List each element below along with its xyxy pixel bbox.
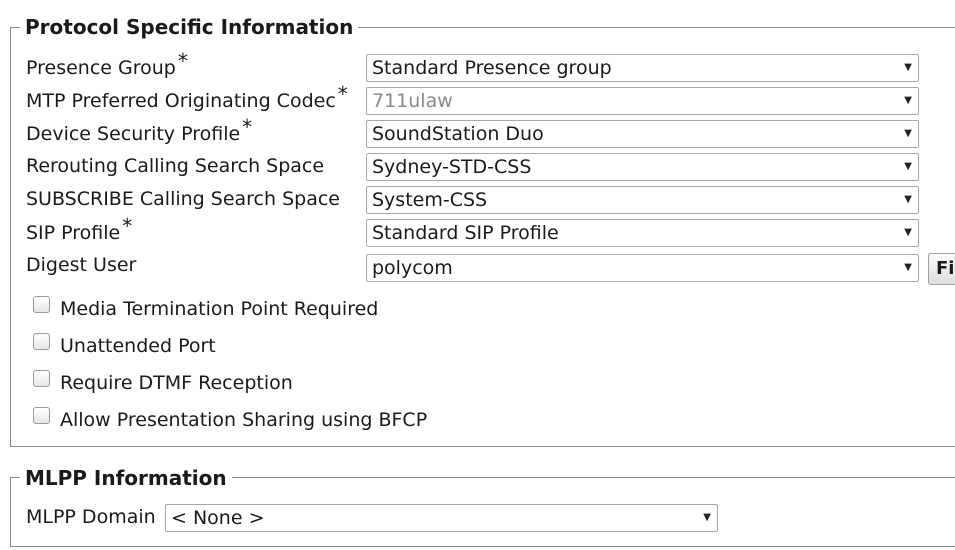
rerouting-css-select[interactable]: Sydney-STD-CSS ▼	[366, 153, 919, 181]
protocol-section-title: Protocol Specific Information	[20, 15, 359, 39]
required-marker: *	[122, 214, 133, 238]
chevron-down-icon: ▼	[904, 128, 912, 139]
required-marker: *	[242, 115, 253, 139]
mtp-required-label: Media Termination Point Required	[60, 298, 379, 320]
chevron-down-icon: ▼	[904, 161, 912, 172]
chevron-down-icon: ▼	[904, 95, 912, 106]
rerouting-css-label: Rerouting Calling Search Space	[26, 155, 325, 177]
unattended-port-checkbox[interactable]	[33, 333, 50, 350]
chevron-down-icon: ▼	[904, 194, 912, 205]
chevron-down-icon: ▼	[904, 262, 912, 273]
chevron-down-icon: ▼	[703, 512, 711, 523]
required-marker: *	[177, 49, 188, 73]
mtp-codec-label: MTP Preferred Originating Codec *	[26, 82, 348, 112]
device-security-profile-select[interactable]: SoundStation Duo ▼	[366, 120, 919, 148]
digest-user-label: Digest User	[26, 254, 137, 276]
mlpp-domain-label: MLPP Domain	[26, 506, 156, 528]
digest-user-select[interactable]: polycom ▼	[366, 254, 919, 282]
presence-group-select[interactable]: Standard Presence group ▼	[366, 54, 919, 82]
chevron-down-icon: ▼	[904, 227, 912, 238]
bfcp-sharing-checkbox[interactable]	[33, 407, 50, 424]
sip-profile-select[interactable]: Standard SIP Profile ▼	[366, 219, 919, 247]
mtp-required-checkbox[interactable]	[33, 296, 50, 313]
chevron-down-icon: ▼	[904, 62, 912, 73]
find-button[interactable]: Fi	[928, 253, 955, 285]
mtp-codec-select: 711ulaw ▼	[366, 87, 919, 115]
subscribe-css-select[interactable]: System-CSS ▼	[366, 186, 919, 214]
bfcp-sharing-label: Allow Presentation Sharing using BFCP	[60, 409, 428, 431]
mlpp-section-title: MLPP Information	[20, 466, 232, 490]
device-security-profile-label: Device Security Profile *	[26, 115, 253, 145]
mlpp-domain-select[interactable]: < None > ▼	[165, 504, 718, 532]
require-dtmf-label: Require DTMF Reception	[60, 372, 293, 394]
unattended-port-label: Unattended Port	[60, 335, 216, 357]
required-marker: *	[337, 82, 348, 106]
sip-profile-label: SIP Profile *	[26, 214, 133, 244]
presence-group-label: Presence Group *	[26, 49, 188, 79]
require-dtmf-checkbox[interactable]	[33, 370, 50, 387]
subscribe-css-label: SUBSCRIBE Calling Search Space	[26, 188, 340, 210]
